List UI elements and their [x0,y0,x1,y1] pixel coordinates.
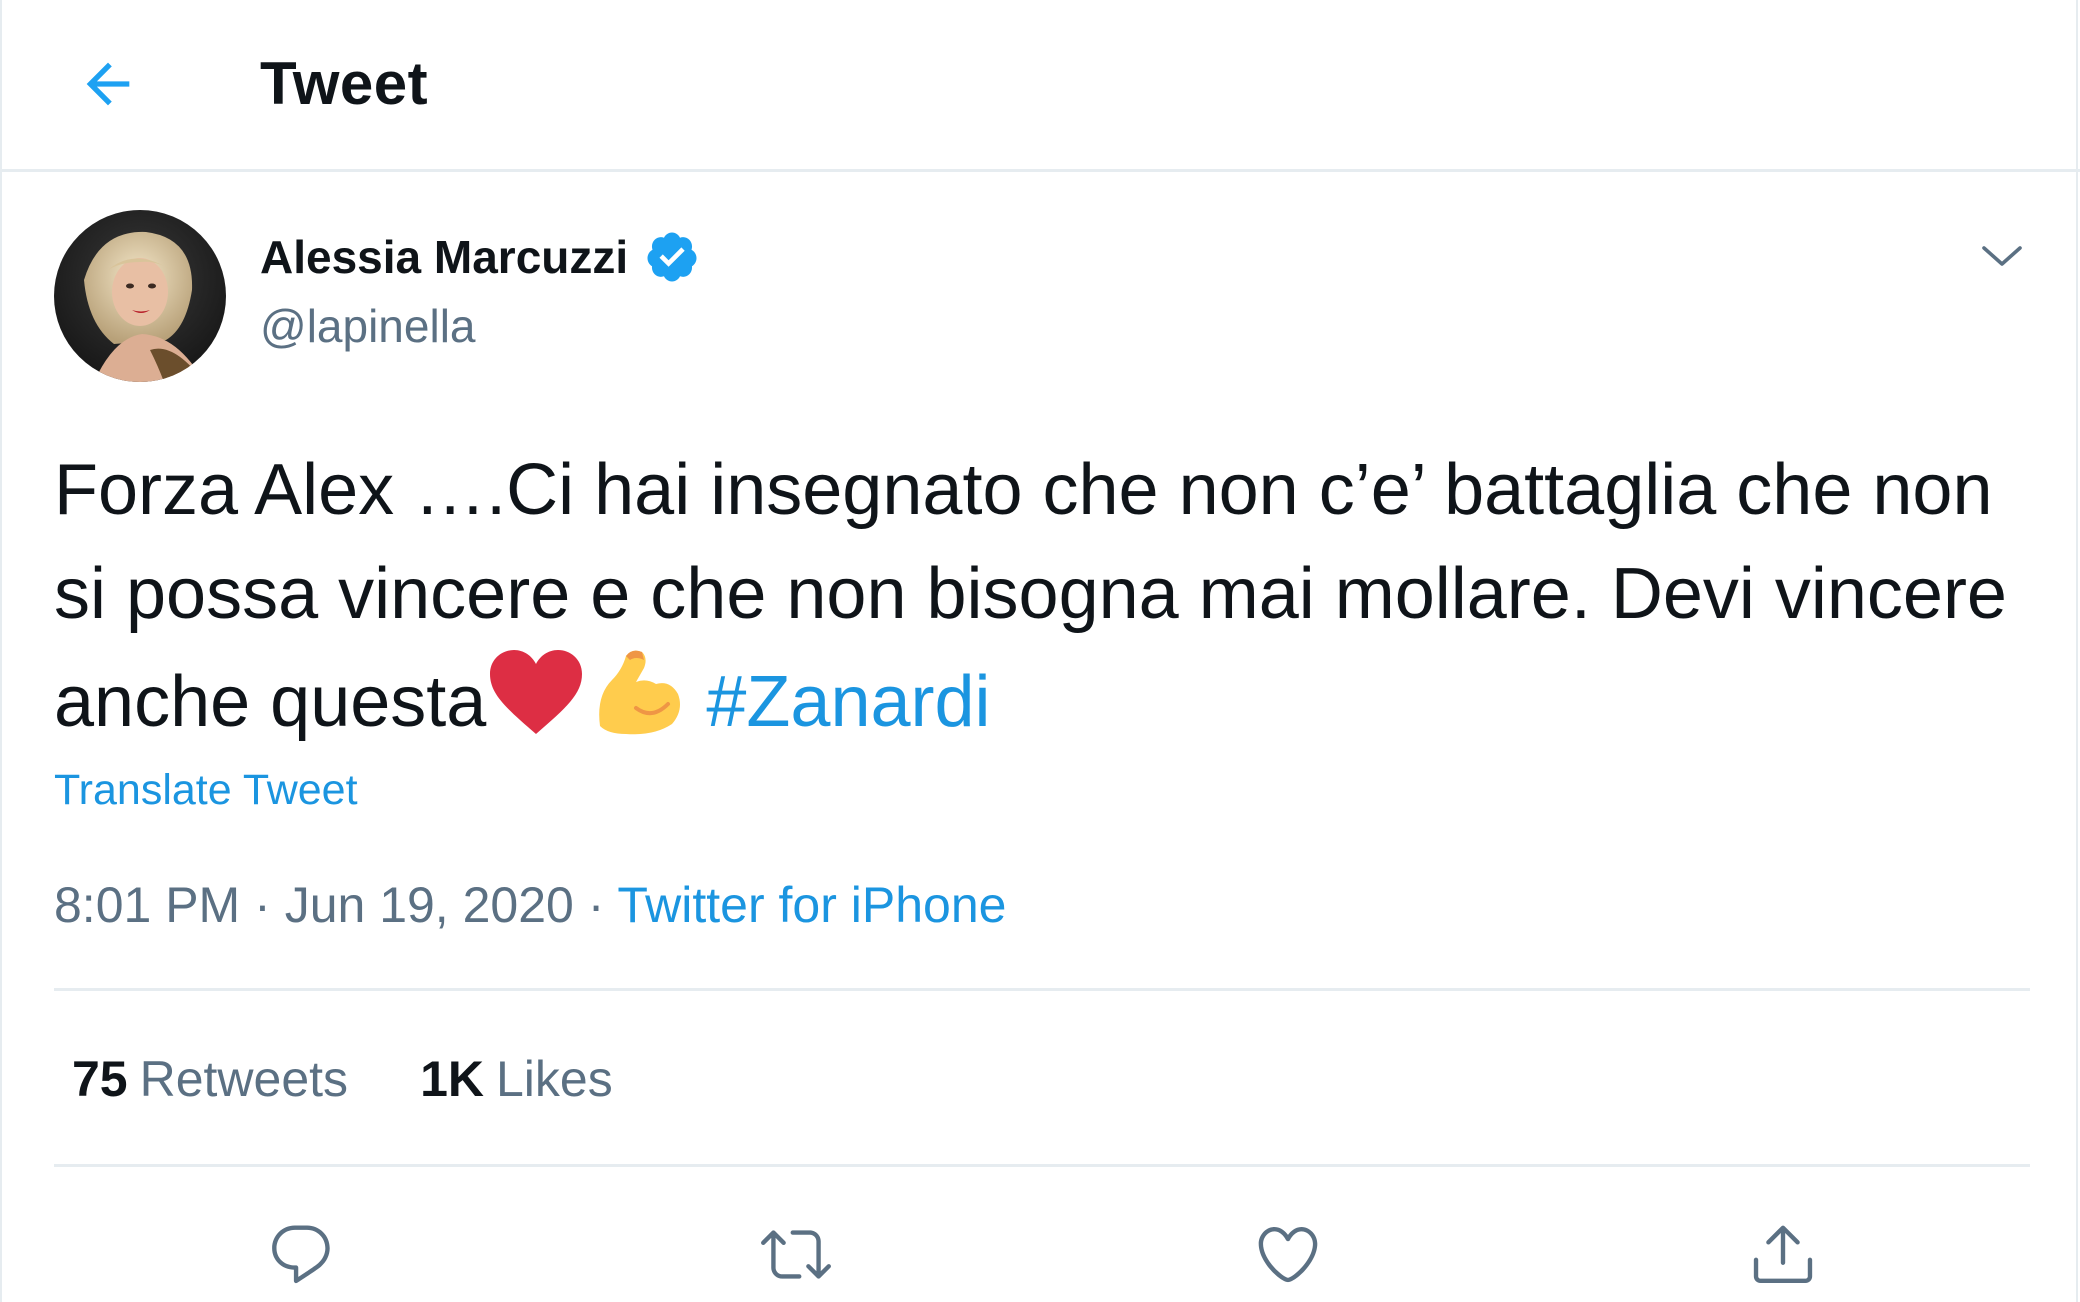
meta-separator: · [587,877,605,933]
like-icon [1258,1226,1318,1283]
share-icon [1753,1225,1813,1284]
chevron-down-icon [1982,246,2022,266]
author-handle[interactable]: @lapinella [260,298,476,354]
retweets-count: 75 [72,1051,128,1107]
flexed-biceps-emoji [599,650,681,735]
author-name-row[interactable]: Alessia Marcuzzi [260,226,700,288]
reply-icon [272,1225,330,1284]
arrow-left-icon [86,62,130,106]
tweet-stats: 75 Retweets 1K Likes [72,1046,613,1112]
likes-label: Likes [495,1051,613,1107]
hashtag-link[interactable]: #Zanardi [706,662,990,742]
top-header: Tweet [2,0,2080,172]
page-title: Tweet [260,50,429,117]
tweet-text-body: Forza Alex ….Ci hai insegnato che non c’… [54,450,2007,742]
tweet-date[interactable]: Jun 19, 2020 [285,877,574,933]
reply-button[interactable] [257,1210,345,1298]
translate-tweet-link[interactable]: Translate Tweet [54,762,358,818]
share-button[interactable] [1739,1210,1827,1298]
tweet-time[interactable]: 8:01 PM [54,877,240,933]
divider [54,988,2030,991]
tweet-source-link[interactable]: Twitter for iPhone [617,877,1006,933]
likes-stat[interactable]: 1K Likes [420,1046,613,1112]
meta-separator: · [254,877,271,933]
divider [54,1164,2030,1167]
more-options-button[interactable] [1968,222,2036,290]
tweet-page: Tweet Alessia Marcuzzi @lapinella Forza … [0,0,2080,1302]
verified-badge-icon [647,232,697,282]
retweets-label: Retweets [139,1051,349,1107]
back-button[interactable] [64,40,152,128]
retweet-button[interactable] [752,1210,840,1298]
retweets-stat[interactable]: 75 Retweets [72,1046,348,1112]
tweet-text: Forza Alex ….Ci hai insegnato che non c’… [54,438,2034,754]
avatar-photo-icon [54,210,226,382]
display-name[interactable]: Alessia Marcuzzi [260,230,628,284]
avatar[interactable] [54,210,226,382]
retweet-icon [761,1230,831,1279]
likes-count: 1K [420,1051,484,1107]
tweet-meta: 8:01 PM · Jun 19, 2020 · Twitter for iPh… [54,872,1006,938]
red-heart-emoji [490,650,583,734]
like-button[interactable] [1244,1210,1332,1298]
